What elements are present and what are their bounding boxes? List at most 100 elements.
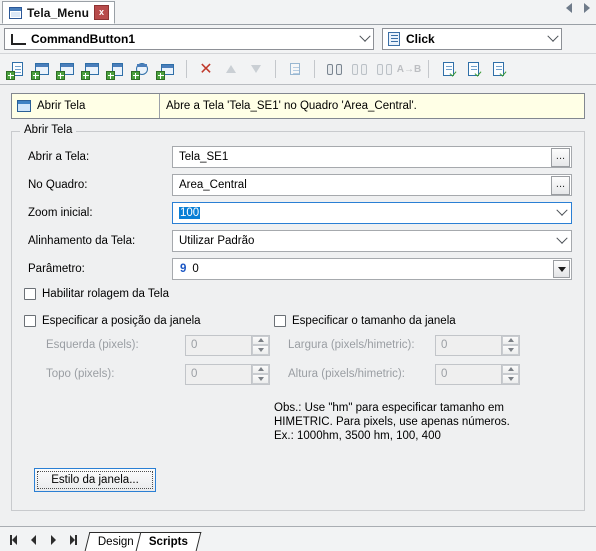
tabstrip-prev-icon[interactable] — [566, 3, 572, 13]
document-tab-tela-menu[interactable]: Tela_Menu x — [2, 1, 116, 24]
find-icon[interactable] — [323, 58, 345, 80]
window-style-button[interactable]: Estilo da janela... — [34, 468, 156, 492]
toolbar-separator — [275, 60, 276, 78]
move-down-icon[interactable] — [245, 58, 267, 80]
esquerda-stepper[interactable] — [251, 335, 269, 355]
object-selector-value: CommandButton1 — [31, 32, 135, 46]
window-position-column: Especificar a posição da janela Esquerda… — [24, 307, 270, 385]
field-row-topo: Topo (pixels): 0 — [24, 363, 270, 385]
open-screen-icon — [17, 100, 31, 112]
checkbox-especificar-tamanho-label: Especificar o tamanho da janela — [292, 315, 456, 327]
combo-zoom-inicial[interactable]: 100 — [172, 202, 572, 224]
input-largura[interactable]: 0 — [435, 334, 520, 356]
checkbox-box — [24, 288, 36, 300]
new-frame-icon[interactable] — [81, 58, 103, 80]
close-icon[interactable]: x — [94, 5, 110, 20]
delete-icon[interactable]: ✕ — [195, 58, 217, 80]
checkbox-especificar-posicao[interactable]: Especificar a posição da janela — [24, 315, 270, 327]
input-esquerda[interactable]: 0 — [185, 334, 270, 356]
value-zoom-inicial: 100 — [179, 207, 201, 219]
new-window-icon[interactable] — [56, 58, 78, 80]
object-selector-chevron-down-icon[interactable] — [356, 29, 373, 49]
parametro-dropdown-arrow-icon[interactable] — [553, 260, 570, 278]
topo-stepper[interactable] — [251, 364, 269, 384]
stepper-down-icon[interactable] — [502, 345, 519, 355]
find-next-icon[interactable] — [373, 58, 395, 80]
new-script-icon[interactable] — [6, 58, 28, 80]
script-toolbar: ✕ A→B — [0, 54, 596, 85]
value-esquerda: 0 — [191, 339, 198, 351]
checkbox-habilitar-rolagem-label: Habilitar rolagem da Tela — [42, 288, 169, 300]
checkbox-especificar-tamanho[interactable]: Especificar o tamanho da janela — [274, 315, 520, 327]
action-description: Abre a Tela 'Tela_SE1' no Quadro 'Area_C… — [166, 100, 417, 112]
label-esquerda: Esquerda (pixels): — [46, 339, 139, 351]
dropdown-parametro[interactable]: 9 0 — [172, 258, 572, 280]
size-note-line2: HIMETRIC. Para pixels, use apenas número… — [274, 416, 510, 428]
largura-stepper[interactable] — [501, 335, 519, 355]
validate-all-icon[interactable] — [462, 58, 484, 80]
stepper-down-icon[interactable] — [252, 345, 269, 355]
branch-icon[interactable] — [284, 58, 306, 80]
sheet-next-icon[interactable] — [48, 535, 59, 546]
altura-stepper[interactable] — [501, 364, 519, 384]
checkbox-especificar-posicao-label: Especificar a posição da janela — [42, 315, 201, 327]
script-content-area: Abrir Tela Abre a Tela 'Tela_SE1' no Qua… — [0, 85, 596, 526]
zoom-inicial-chevron-down-icon[interactable] — [553, 203, 571, 223]
stepper-up-icon[interactable] — [502, 335, 519, 345]
sheet-nav-buttons — [4, 529, 87, 551]
stepper-down-icon[interactable] — [252, 374, 269, 384]
stepper-up-icon[interactable] — [502, 364, 519, 374]
groupbox-title: Abrir Tela — [20, 124, 77, 136]
script-editor-window: Tela_Menu x CommandButton1 Click ✕ A→B A… — [0, 0, 596, 551]
move-up-icon[interactable] — [220, 58, 242, 80]
open-screen-groupbox: Abrir Tela Abrir a Tela: Tela_SE1 ... No… — [11, 124, 585, 511]
input-abrir-a-tela[interactable]: Tela_SE1 ... — [172, 146, 572, 168]
window-position-size-columns: Especificar a posição da janela Esquerda… — [24, 307, 572, 385]
checkbox-box — [274, 315, 286, 327]
tabstrip-next-icon[interactable] — [584, 3, 590, 13]
size-note-line3: Ex.: 1000hm, 3500 hm, 100, 400 — [274, 430, 441, 442]
browse-screen-button[interactable]: ... — [551, 147, 570, 167]
sheet-first-icon[interactable] — [8, 535, 19, 546]
checkbox-habilitar-rolagem[interactable]: Habilitar rolagem da Tela — [24, 288, 572, 300]
combo-alinhamento-da-tela[interactable]: Utilizar Padrão — [172, 230, 572, 252]
object-event-selector-bar: CommandButton1 Click — [0, 25, 596, 54]
browse-frame-button[interactable]: ... — [551, 175, 570, 195]
stepper-up-icon[interactable] — [252, 335, 269, 345]
stepper-up-icon[interactable] — [252, 364, 269, 374]
parametro-marker: 9 — [180, 263, 187, 275]
new-print-icon[interactable] — [156, 58, 178, 80]
new-timer-icon[interactable] — [131, 58, 153, 80]
new-screen-icon[interactable] — [31, 58, 53, 80]
value-topo: 0 — [191, 368, 198, 380]
label-alinhamento-da-tela: Alinhamento da Tela: — [28, 235, 136, 247]
validate-script-icon[interactable] — [437, 58, 459, 80]
sheet-last-icon[interactable] — [68, 535, 79, 546]
window-size-column: Especificar o tamanho da janela Largura … — [274, 307, 520, 385]
event-selector-combo[interactable]: Click — [382, 28, 562, 50]
input-no-quadro[interactable]: Area_Central ... — [172, 174, 572, 196]
replace-icon[interactable]: A→B — [397, 58, 421, 80]
new-download-icon[interactable] — [106, 58, 128, 80]
label-largura: Largura (pixels/himetric): — [288, 339, 415, 351]
alinhamento-chevron-down-icon[interactable] — [553, 231, 571, 251]
sheet-prev-icon[interactable] — [28, 535, 39, 546]
input-altura[interactable]: 0 — [435, 363, 520, 385]
document-tab-label: Tela_Menu — [27, 5, 90, 20]
validate-project-icon[interactable] — [487, 58, 509, 80]
action-name: Abrir Tela — [37, 100, 86, 112]
field-row-largura: Largura (pixels/himetric): 0 — [274, 334, 520, 356]
label-abrir-a-tela: Abrir a Tela: — [28, 151, 90, 163]
toolbar-separator — [314, 60, 315, 78]
value-largura: 0 — [441, 339, 448, 351]
stepper-down-icon[interactable] — [502, 374, 519, 384]
input-topo[interactable]: 0 — [185, 363, 270, 385]
event-selector-chevron-down-icon[interactable] — [544, 29, 561, 49]
script-event-icon — [388, 32, 400, 46]
sheet-tab-scripts-label: Scripts — [148, 536, 188, 548]
object-selector-combo[interactable]: CommandButton1 — [4, 28, 374, 50]
find-previous-icon[interactable] — [348, 58, 370, 80]
value-parametro: 0 — [192, 263, 199, 275]
action-list-row[interactable]: Abrir Tela — [12, 94, 160, 118]
sheet-tab-scripts[interactable]: Scripts — [135, 532, 202, 551]
